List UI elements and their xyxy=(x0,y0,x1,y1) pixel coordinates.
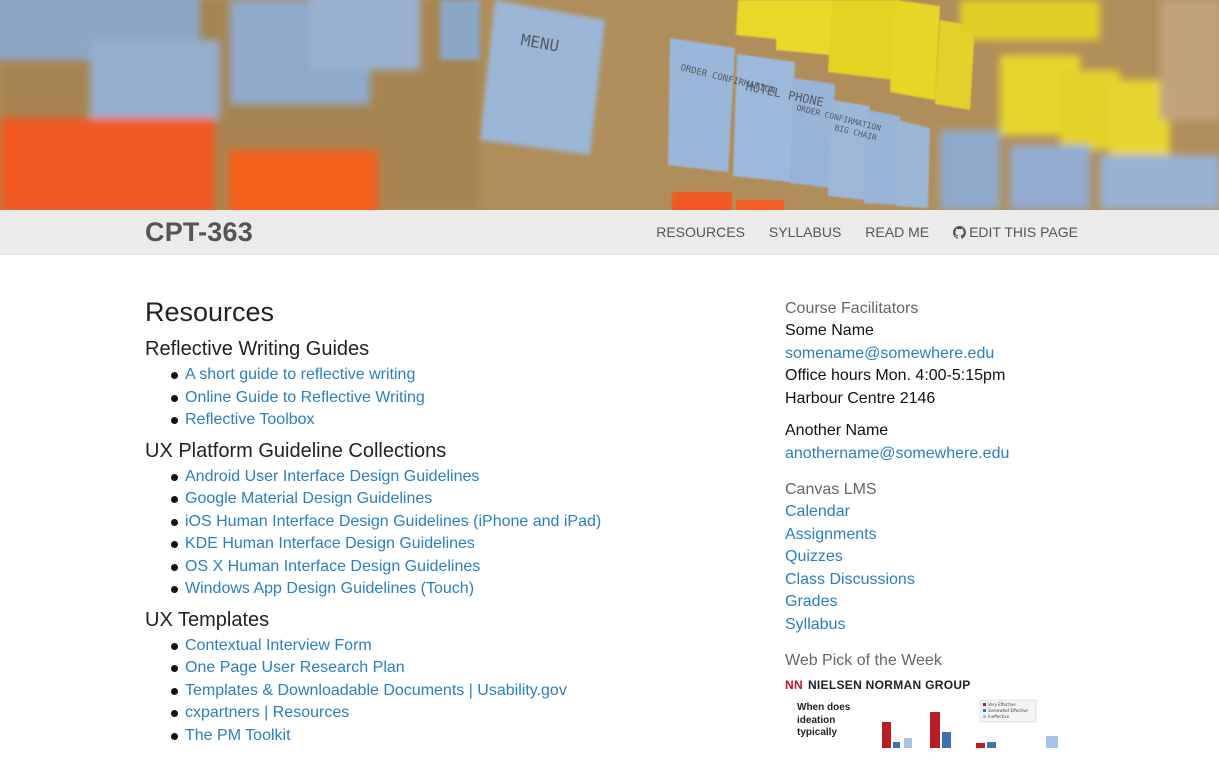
webpick-nng-image-link[interactable]: NN NIELSEN NORMAN GROUP When does ideati… xyxy=(785,678,1085,748)
nng-thumbnail-chart: Very Effective Somewhat Effective Ineffe… xyxy=(880,698,1060,748)
list-item: Online Guide to Reflective Writing xyxy=(171,387,705,410)
page-title: Resources xyxy=(145,297,275,327)
section-title-ux-templates: UX Templates xyxy=(145,608,270,631)
facilitator-2-name: Another Name xyxy=(785,422,889,439)
canvas-link-discussions[interactable]: Class Discussions xyxy=(785,569,1085,592)
thumb-bar xyxy=(882,722,891,748)
thumb-bar xyxy=(904,738,912,748)
ux-platform-links-list: Android User Interface Design Guidelines… xyxy=(145,466,705,601)
link-windows-guidelines[interactable]: Windows App Design Guidelines (Touch) xyxy=(185,580,474,597)
thumb-bar xyxy=(930,712,940,748)
thumb-bar xyxy=(976,743,985,748)
hero-banner: MENU ORDER CONFIRMATION HOTEL PHONE ORDE… xyxy=(0,0,1219,210)
section-title-reflective: Reflective Writing Guides xyxy=(145,338,370,360)
facilitator-2-email-link[interactable]: anothername@somewhere.edu xyxy=(785,443,1085,466)
facilitators-heading: Course Facilitators xyxy=(785,300,919,317)
sticky-notes-board-image: MENU ORDER CONFIRMATION HOTEL PHONE ORDE… xyxy=(0,0,1219,210)
canvas-link-syllabus[interactable]: Syllabus xyxy=(785,614,1085,637)
nav-syllabus[interactable]: SYLLABUS xyxy=(769,224,841,240)
link-short-guide-reflective[interactable]: A short guide to reflective writing xyxy=(185,366,415,383)
nav-edit-label: EDIT THIS PAGE xyxy=(969,224,1078,240)
list-item: iOS Human Interface Design Guidelines (i… xyxy=(171,511,705,534)
list-item: cxpartners | Resources xyxy=(171,702,705,725)
canvas-link-quizzes[interactable]: Quizzes xyxy=(785,546,1085,569)
section-title-ux-platform: UX Platform Guideline Collections xyxy=(145,439,447,462)
github-icon xyxy=(953,225,967,239)
thumb-bar xyxy=(893,742,900,748)
link-online-guide-reflective[interactable]: Online Guide to Reflective Writing xyxy=(185,389,425,406)
thumb-bar xyxy=(987,742,996,748)
list-item: A short guide to reflective writing xyxy=(171,364,705,387)
facilitator-1-name: Some Name xyxy=(785,322,874,339)
nng-logo: NN NIELSEN NORMAN GROUP xyxy=(785,678,1085,692)
canvas-heading: Canvas LMS xyxy=(785,481,877,498)
nng-logo-mark: NN xyxy=(785,678,803,692)
list-item: Windows App Design Guidelines (Touch) xyxy=(171,578,705,601)
link-cxpartners[interactable]: cxpartners | Resources xyxy=(185,704,349,721)
nav-read-me[interactable]: READ ME xyxy=(865,224,929,240)
list-item: OS X Human Interface Design Guidelines xyxy=(171,556,705,579)
nng-teaser-text: When does ideation typically xyxy=(797,702,851,738)
link-ios-guidelines[interactable]: iOS Human Interface Design Guidelines (i… xyxy=(185,513,601,530)
list-item: Templates & Downloadable Documents | Usa… xyxy=(171,680,705,703)
top-navbar: CPT-363 RESOURCES SYLLABUS READ ME EDIT … xyxy=(0,210,1219,255)
link-research-plan[interactable]: One Page User Research Plan xyxy=(185,659,405,676)
canvas-link-assignments[interactable]: Assignments xyxy=(785,524,1085,547)
list-item: Google Material Design Guidelines xyxy=(171,488,705,511)
svg-text:Very Effective: Very Effective xyxy=(988,702,1016,707)
canvas-link-calendar[interactable]: Calendar xyxy=(785,501,1085,524)
svg-text:Somewhat Effective: Somewhat Effective xyxy=(988,708,1028,713)
webpick-heading: Web Pick of the Week xyxy=(785,652,942,669)
link-material-guidelines[interactable]: Google Material Design Guidelines xyxy=(185,490,432,507)
thumb-bar xyxy=(1046,736,1058,748)
link-pm-toolkit[interactable]: The PM Toolkit xyxy=(185,727,291,744)
canvas-link-grades[interactable]: Grades xyxy=(785,591,1085,614)
link-android-guidelines[interactable]: Android User Interface Design Guidelines xyxy=(185,468,479,485)
site-brand[interactable]: CPT-363 xyxy=(145,217,253,248)
list-item: The PM Toolkit xyxy=(171,725,705,748)
link-osx-guidelines[interactable]: OS X Human Interface Design Guidelines xyxy=(185,558,480,575)
link-kde-guidelines[interactable]: KDE Human Interface Design Guidelines xyxy=(185,535,475,552)
nav-edit-this-page[interactable]: EDIT THIS PAGE xyxy=(953,224,1078,240)
link-reflective-toolbox[interactable]: Reflective Toolbox xyxy=(185,411,315,428)
main-nav: RESOURCES SYLLABUS READ ME EDIT THIS PAG… xyxy=(656,224,1078,240)
reflective-links-list: A short guide to reflective writing Onli… xyxy=(145,364,705,432)
nav-resources[interactable]: RESOURCES xyxy=(656,224,745,240)
list-item: Android User Interface Design Guidelines xyxy=(171,466,705,489)
main-content: Resources Reflective Writing Guides A sh… xyxy=(145,294,705,747)
list-item: Contextual Interview Form xyxy=(171,635,705,658)
facilitator-1-email-link[interactable]: somename@somewhere.edu xyxy=(785,343,1085,366)
link-contextual-interview[interactable]: Contextual Interview Form xyxy=(185,637,372,654)
facilitator-1-location: Harbour Centre 2146 xyxy=(785,389,936,407)
nng-logo-text: NIELSEN NORMAN GROUP xyxy=(807,678,971,692)
list-item: Reflective Toolbox xyxy=(171,409,705,432)
ux-templates-links-list: Contextual Interview Form One Page User … xyxy=(145,635,705,748)
facilitator-1-office-hours: Office hours Mon. 4:00-5:15pm xyxy=(785,367,1006,384)
thumb-bar xyxy=(942,732,951,748)
list-item: KDE Human Interface Design Guidelines xyxy=(171,533,705,556)
link-usability-gov[interactable]: Templates & Downloadable Documents | Usa… xyxy=(185,682,567,699)
list-item: One Page User Research Plan xyxy=(171,657,705,680)
sidebar: Course Facilitators Some Name somename@s… xyxy=(785,298,1085,748)
svg-text:Ineffective: Ineffective xyxy=(988,714,1010,719)
